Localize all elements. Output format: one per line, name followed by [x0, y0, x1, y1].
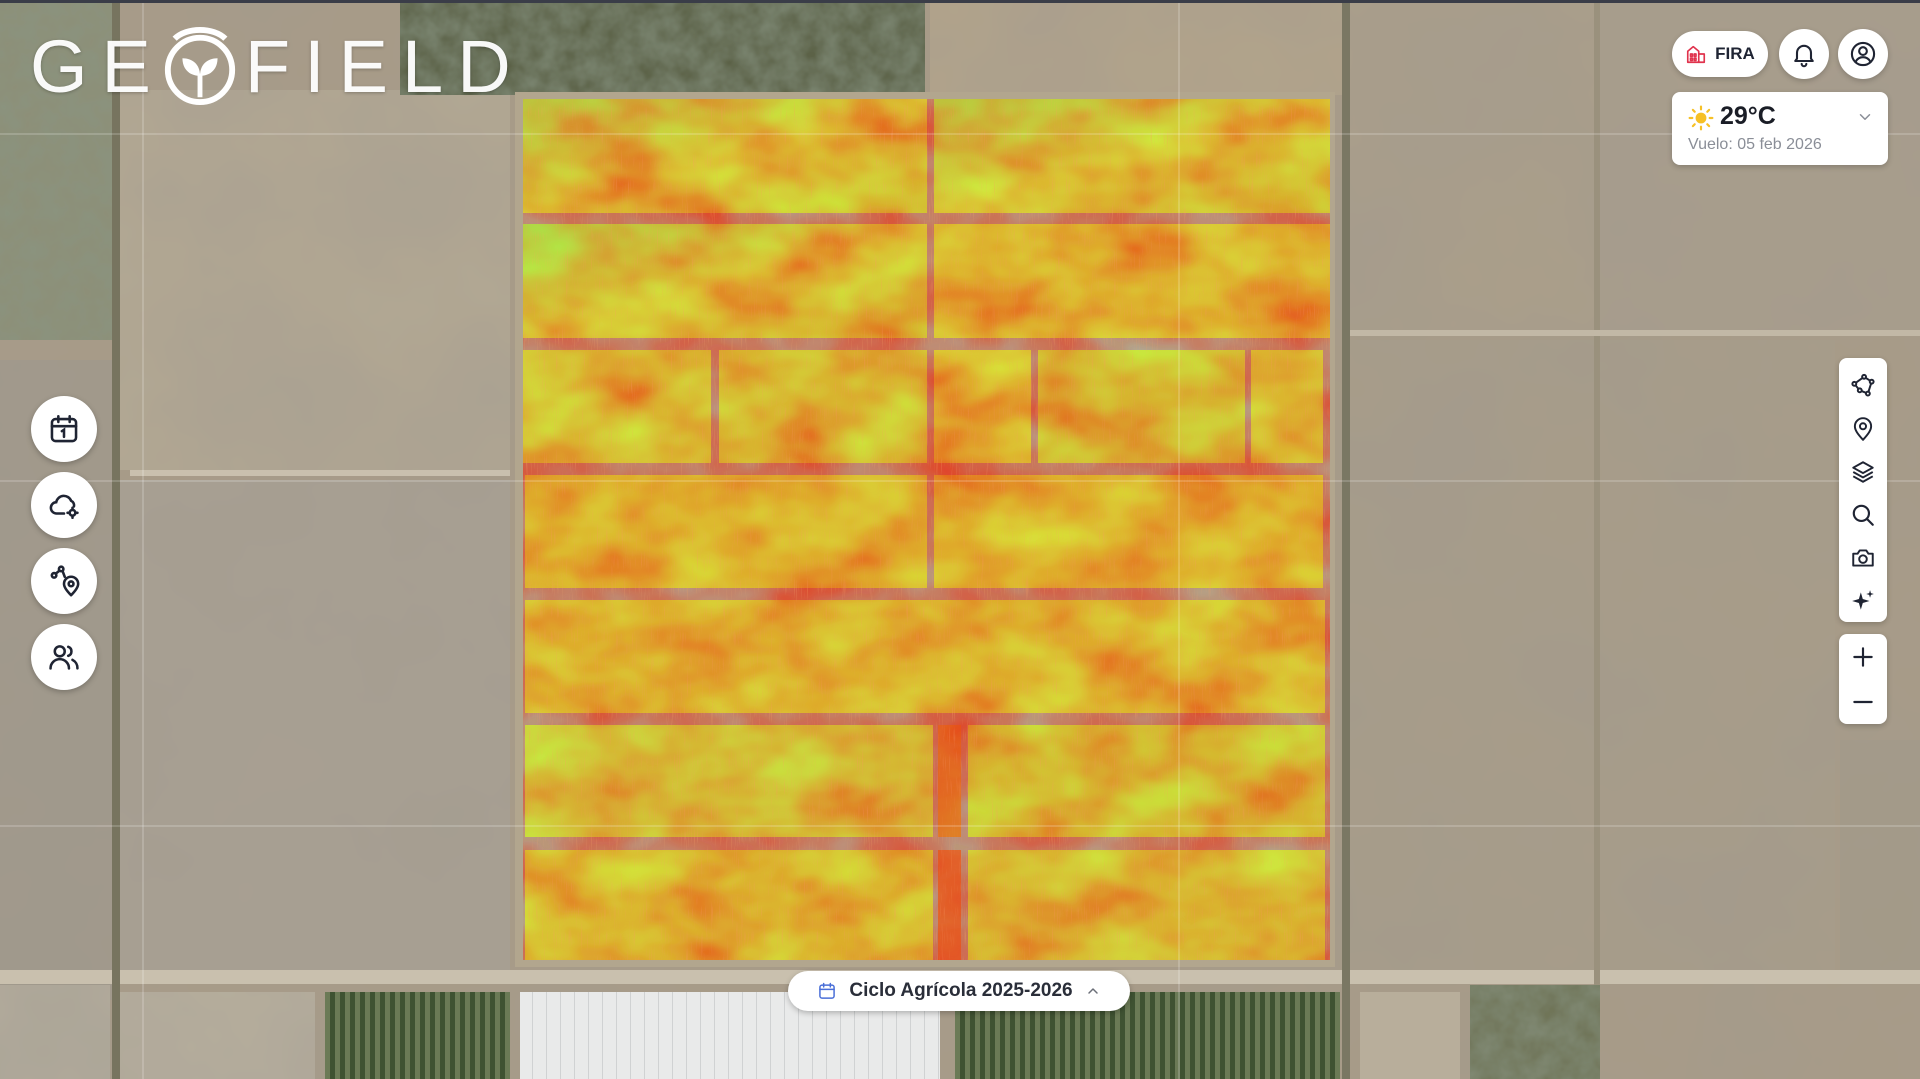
- map-pin-icon: [1853, 416, 1873, 441]
- geofield-logo[interactable]: GE FIELD: [30, 22, 525, 112]
- map-canvas[interactable]: [0, 0, 1920, 1079]
- route-location-button[interactable]: [31, 548, 97, 614]
- logo-text-right: FIELD: [244, 25, 525, 108]
- user-circle-icon: [1850, 41, 1876, 67]
- cloud-settings-button[interactable]: [31, 472, 97, 538]
- notifications-button[interactable]: [1779, 29, 1829, 79]
- weather-card[interactable]: 29°C Vuelo: 05 feb 2026: [1672, 92, 1888, 165]
- users-icon: [49, 645, 79, 670]
- calendar-icon: [50, 414, 78, 443]
- map-tools-panel: [1839, 358, 1887, 622]
- calendar-button[interactable]: [31, 396, 97, 462]
- cycle-label: Ciclo Agrícola 2025-2026: [849, 980, 1073, 1001]
- camera-icon: [1852, 548, 1874, 567]
- top-border: [0, 0, 1920, 3]
- chart-building-icon: [1687, 45, 1706, 64]
- search-icon: [1852, 504, 1874, 526]
- route-pin-icon: [50, 565, 80, 597]
- agricultural-cycle-selector[interactable]: Ciclo Agrícola 2025-2026: [788, 971, 1130, 1011]
- logo-text-left: GE: [30, 25, 165, 108]
- zoom-in-button[interactable]: [1843, 637, 1883, 677]
- calendar-icon: [819, 982, 836, 999]
- fira-label: FIRA: [1715, 44, 1755, 63]
- flight-date: Vuelo: 05 feb 2026: [1688, 136, 1822, 153]
- sun-icon: [1688, 105, 1714, 131]
- location-pin-button[interactable]: [1843, 407, 1883, 450]
- cloud-gear-icon: [49, 494, 79, 520]
- draw-polygon-button[interactable]: [1843, 364, 1883, 407]
- plus-icon: [1853, 646, 1873, 667]
- ai-sparkle-button[interactable]: [1843, 579, 1883, 622]
- camera-button[interactable]: [1843, 536, 1883, 579]
- profile-button[interactable]: [1838, 29, 1888, 79]
- fira-button[interactable]: FIRA: [1672, 31, 1768, 77]
- sparkle-icon: [1852, 589, 1874, 610]
- map-app: GE FIELD FIRA 29°C Vuelo: 05 feb 2026 Ci…: [0, 0, 1920, 1079]
- minus-icon: [1853, 700, 1873, 703]
- chevron-up-icon: [1087, 988, 1098, 994]
- polygon-icon: [1851, 373, 1875, 397]
- zoom-controls: [1839, 634, 1887, 724]
- weather-temperature: 29°C: [1720, 102, 1776, 130]
- users-button[interactable]: [31, 624, 97, 690]
- zoom-out-button[interactable]: [1843, 682, 1883, 722]
- chevron-down-icon[interactable]: [1856, 108, 1874, 126]
- logo-leaf-icon: [164, 27, 236, 106]
- layers-button[interactable]: [1843, 450, 1883, 493]
- bell-icon: [1794, 44, 1814, 68]
- left-toolbar: [31, 396, 97, 690]
- layers-icon: [1852, 460, 1874, 483]
- search-button[interactable]: [1843, 493, 1883, 536]
